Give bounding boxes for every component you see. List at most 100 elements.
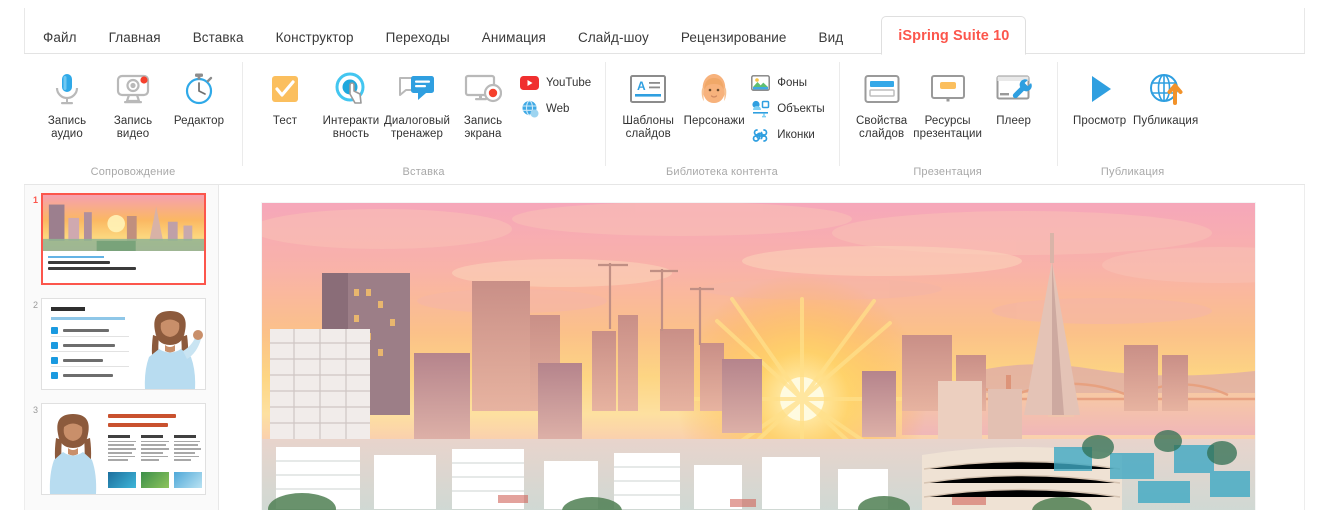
- youtube-label: YouTube: [546, 77, 592, 89]
- quiz-button[interactable]: Тест: [252, 68, 318, 128]
- ribbon-group-insert: Тест Интеракти вность Диалоговый тренаже…: [242, 54, 605, 184]
- group-title-narration: Сопровождение: [90, 166, 176, 178]
- interaction-label: Интеракти вность: [322, 115, 380, 140]
- tab-list: Файл Главная Вставка Конструктор Переход…: [25, 0, 1305, 55]
- editor-label: Редактор: [173, 115, 225, 127]
- slide-templates-button[interactable]: A Шаблоны слайдов: [615, 68, 681, 141]
- preview-play-icon: [1083, 68, 1117, 110]
- icons-button[interactable]: Иконки: [747, 122, 828, 148]
- preview-button[interactable]: Просмотр: [1067, 68, 1133, 128]
- record-video-button[interactable]: Запись видео: [100, 68, 166, 141]
- web-button[interactable]: Web: [516, 96, 595, 122]
- screen-record-label: Запись экрана: [463, 115, 503, 140]
- dialog-simulation-icon: [398, 68, 436, 110]
- slide-number-2: 2: [32, 300, 38, 310]
- ribbon-group-presentation: Свойства слайдов Ресурсы презентации Пле…: [838, 54, 1057, 184]
- web-label: Web: [546, 103, 570, 115]
- objects-icon: [751, 100, 770, 119]
- icons-grid-icon: [751, 126, 770, 145]
- record-video-label: Запись видео: [113, 115, 153, 140]
- ribbon-group-publish: Просмотр Публикация Публикация: [1056, 54, 1209, 184]
- objects-label: Объекты: [777, 103, 825, 115]
- tab-view[interactable]: Вид: [819, 30, 844, 55]
- ispring-powerpoint-window: Файл Главная Вставка Конструктор Переход…: [0, 0, 1329, 510]
- web-globe-icon: [520, 100, 539, 119]
- slide-thumbnail-2[interactable]: [41, 298, 206, 390]
- backgrounds-label: Фоны: [777, 77, 807, 89]
- slide-1-title-line1: [48, 260, 110, 265]
- slide-thumbnail-panel[interactable]: 1 2 3: [25, 185, 218, 510]
- slide-1-city-sunset-image: [262, 203, 1255, 510]
- record-audio-button[interactable]: Запись аудио: [34, 68, 100, 141]
- slide-1-title-line2: [48, 266, 136, 271]
- slide-2-content: [42, 299, 205, 389]
- panel-divider: [218, 185, 219, 510]
- tab-ispring-suite[interactable]: iSpring Suite 10: [881, 15, 1027, 55]
- svg-text:A: A: [637, 79, 646, 93]
- slide-3-person-image: [44, 410, 102, 494]
- slide-3-content: [42, 404, 205, 494]
- editor-button[interactable]: Редактор: [166, 68, 232, 128]
- slide-1-image: [43, 195, 204, 252]
- tab-home[interactable]: Главная: [109, 30, 161, 55]
- insert-small-buttons: YouTube Web: [516, 68, 595, 122]
- slide-thumbnail-1[interactable]: [41, 193, 206, 285]
- group-title-content-library: Библиотека контента: [665, 166, 778, 178]
- icons-label: Иконки: [777, 129, 815, 141]
- player-button[interactable]: Плеер: [981, 68, 1047, 128]
- characters-button[interactable]: Персонажи: [681, 68, 747, 128]
- webcam-record-icon: [115, 68, 151, 110]
- quiz-label: Тест: [272, 115, 298, 127]
- interaction-button[interactable]: Интеракти вность: [318, 68, 384, 141]
- screen-record-icon: [464, 68, 502, 110]
- slide-thumbnail-3[interactable]: [41, 403, 206, 495]
- characters-icon: [698, 68, 730, 110]
- youtube-button[interactable]: YouTube: [516, 70, 595, 96]
- slide-templates-icon: A: [629, 68, 667, 110]
- slide-2-subtitle-bar: [51, 317, 125, 320]
- content-library-small-buttons: Фоны Объекты Иконки: [747, 68, 828, 148]
- player-wrench-icon: [995, 68, 1033, 110]
- tab-slideshow[interactable]: Слайд-шоу: [578, 30, 649, 55]
- ribbon-group-narration: Запись аудио Запись видео Редактор Сопро…: [24, 54, 242, 184]
- tab-animation[interactable]: Анимация: [482, 30, 546, 55]
- list-item[interactable]: 1: [25, 193, 218, 285]
- tab-insert[interactable]: Вставка: [193, 30, 244, 55]
- presentation-resources-label: Ресурсы презентации: [913, 115, 983, 140]
- group-title-presentation: Презентация: [913, 166, 982, 178]
- objects-button[interactable]: Объекты: [747, 96, 828, 122]
- tab-review[interactable]: Рецензирование: [681, 30, 787, 55]
- youtube-icon: [520, 74, 539, 93]
- group-title-insert: Вставка: [402, 166, 445, 178]
- tab-transitions[interactable]: Переходы: [386, 30, 450, 55]
- quiz-checkbox-icon: [269, 68, 301, 110]
- list-item[interactable]: 3: [25, 403, 218, 495]
- ribbon-group-content-library: A Шаблоны слайдов Персонажи Фоны Объекты…: [605, 54, 838, 184]
- list-item[interactable]: 2: [25, 298, 218, 390]
- publish-button[interactable]: Публикация: [1133, 68, 1199, 128]
- main-slide-canvas[interactable]: [262, 203, 1255, 510]
- presentation-resources-button[interactable]: Ресурсы презентации: [913, 68, 983, 141]
- publish-label: Публикация: [1133, 115, 1199, 127]
- backgrounds-image-icon: [751, 74, 771, 93]
- screen-record-button[interactable]: Запись экрана: [450, 68, 516, 141]
- tab-file[interactable]: Файл: [43, 30, 77, 55]
- record-audio-label: Запись аудио: [47, 115, 87, 140]
- dialog-simulation-label: Диалоговый тренажер: [384, 115, 450, 140]
- dialog-simulation-button[interactable]: Диалоговый тренажер: [384, 68, 450, 141]
- slide-properties-icon: [863, 68, 901, 110]
- workspace: 1 2 3: [0, 185, 1329, 510]
- microphone-icon: [52, 68, 82, 110]
- slide-templates-label: Шаблоны слайдов: [622, 115, 674, 140]
- group-title-publish: Публикация: [1100, 166, 1165, 178]
- slide-properties-button[interactable]: Свойства слайдов: [849, 68, 915, 141]
- slide-2-person-image: [137, 305, 203, 389]
- slide-number-1: 1: [32, 195, 38, 205]
- stopwatch-icon: [183, 68, 215, 110]
- slide-properties-label: Свойства слайдов: [855, 115, 908, 140]
- slide-1-caption: [48, 255, 199, 273]
- slide-2-title-bar: [51, 307, 85, 311]
- workspace-right-border: [1304, 185, 1305, 510]
- backgrounds-button[interactable]: Фоны: [747, 70, 828, 96]
- tab-design[interactable]: Конструктор: [276, 30, 354, 55]
